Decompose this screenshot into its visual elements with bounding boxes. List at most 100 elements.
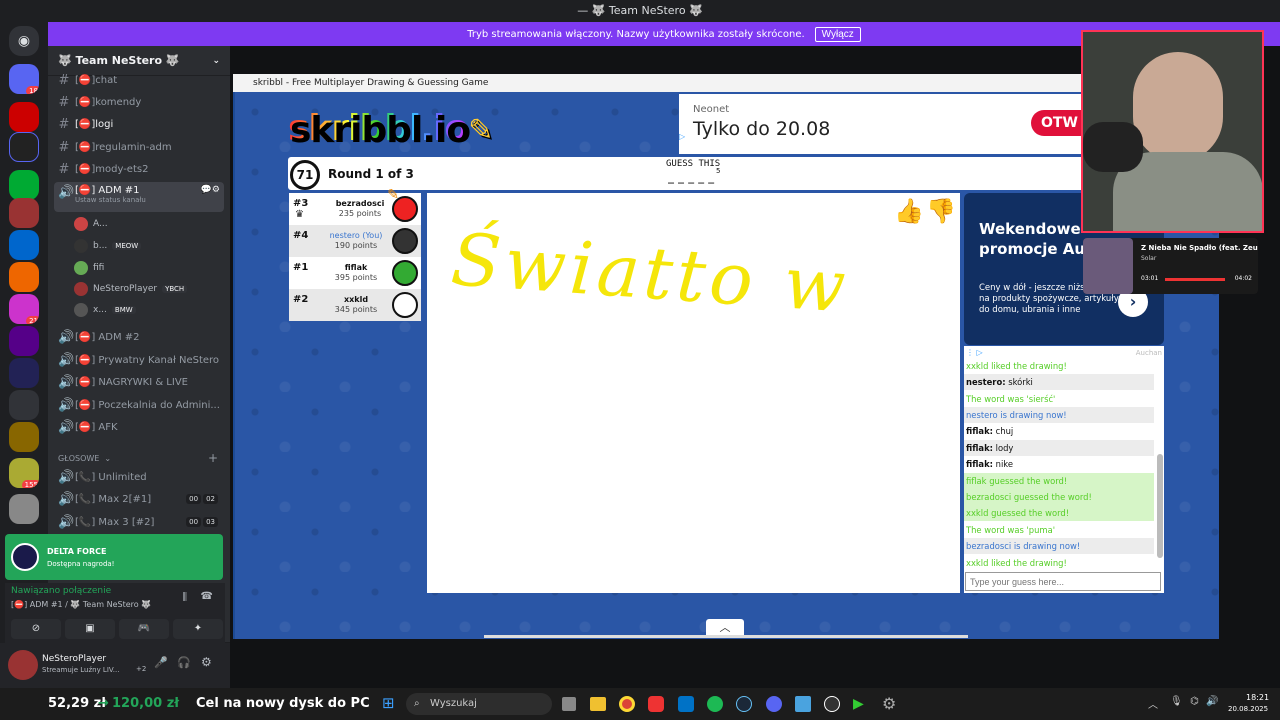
horizontal-scrollbar[interactable] [484,635,968,638]
microphone-icon [1083,122,1143,172]
server-icon-yellow[interactable]: 155 [9,458,39,488]
obs-icon[interactable] [824,696,840,712]
server-icon-purple[interactable] [9,326,39,356]
guess-input[interactable] [965,572,1161,591]
outlook-icon[interactable] [678,696,694,712]
clock-time[interactable]: 18:21 [1246,693,1269,702]
chevron-up-icon[interactable]: ︿ [1148,696,1158,711]
channel-regulamin[interactable]: # [⛔]regulamin-adm [54,137,224,157]
chat-scrollbar[interactable] [1157,454,1163,558]
promo-card[interactable]: DELTA FORCE Dostępna nagroda! [5,534,223,580]
voice-channel-afk[interactable]: 🔊 [⛔] AFK [54,417,224,437]
player-row[interactable]: #4 nestero (You) 190 points [289,225,421,257]
opera-icon[interactable] [648,696,664,712]
discord-home-icon[interactable]: ◉ [9,26,39,56]
window-title: — 🐺 Team NeStero 🐺 [577,4,703,17]
word-hint: _ _ _ _ _ [668,173,714,184]
spotify-icon[interactable] [707,696,723,712]
voice-user[interactable]: b... MEOW [74,236,224,256]
thumbs-up-icon[interactable]: 👍 [894,197,924,225]
drawing-canvas[interactable]: Światto w 👍 👎 [427,193,960,593]
player-row[interactable]: #1 fiflak 395 points [289,257,421,289]
server-icon-orange[interactable] [9,262,39,292]
channel-chat[interactable]: # [⛔]chat [54,70,224,90]
chat-message: bezradosci guessed the word! [964,489,1154,505]
player-row[interactable]: #3 ♛ bezradosci 235 points ✎ [289,187,421,225]
voice-status-title: Nawiązano połączenie [11,586,112,596]
voice-channel-adm1[interactable]: 🔊 [⛔] ADM #1 Ustaw status kanału 💬⚙ [54,182,224,212]
file-explorer-icon[interactable] [590,697,606,711]
voice-user[interactable]: NeSteroPlayer YBCH [74,279,224,299]
music-progress [1165,278,1225,281]
server-icon-4[interactable] [9,198,39,228]
windows-start-icon[interactable]: ⊞ [382,694,395,712]
top-ad-banner[interactable]: Neonet Tylko do 20.08 OTW ▷ [679,94,1089,154]
volume-icon[interactable]: 🔊 [1206,696,1218,707]
task-view-icon[interactable] [562,697,576,711]
server-icon-veeon[interactable] [9,230,39,260]
chevron-down-icon: ⌄ [104,453,112,463]
chrome-icon[interactable] [619,696,635,712]
voice-user[interactable]: x... BMW [74,300,224,320]
gear-icon[interactable]: ⚙ [201,655,212,669]
adchoices-icon[interactable]: ▷ [679,132,685,141]
chat-message: fiflak: chuj [966,426,1014,436]
clock-date[interactable]: 20.08.2025 [1228,705,1268,713]
server-icon-green[interactable] [9,170,39,200]
headphones-icon[interactable]: 🎧 [177,656,191,669]
server-icon-team[interactable] [9,132,39,162]
noise-icon[interactable]: ⫼ [182,592,187,603]
microphone-icon[interactable]: 🎤 [154,656,168,669]
discord-icon[interactable] [766,696,782,712]
speaker-icon: 🔊 [58,374,75,390]
streamer-face [1133,52,1223,162]
server-icon-blue[interactable] [9,358,39,388]
soundboard-button[interactable]: ✦ [173,619,223,639]
server-icon-red[interactable] [9,102,39,132]
channel-mody[interactable]: # [⛔]mody-ets2 [54,159,224,179]
channel-komendy[interactable]: # [⛔]komendy [54,92,224,112]
voice-channel-adm2[interactable]: 🔊 [⛔] ADM #2 [54,327,224,347]
adchoices-icon[interactable]: ⋮ ▷ [966,348,983,357]
microphone-tray-icon[interactable]: 🎙 [1170,696,1183,707]
thumbs-down-icon[interactable]: 👎 [926,197,956,225]
chat-icon[interactable]: 💬⚙ [201,185,220,195]
activity-button[interactable]: 🎮 [119,619,169,639]
voice-channel-nagrywki[interactable]: 🔊 [⛔] NAGRYWKI & LIVE [54,372,224,392]
disable-streaming-button[interactable]: Wyłącz [814,26,861,42]
server-icon-pink[interactable]: 21 [9,294,39,324]
hash-icon: # [58,139,70,155]
voice-channel-max3[interactable]: 🔊 [📞] Max 3 [#2] 00 03 [54,512,224,532]
avatar [392,292,418,318]
photos-icon[interactable] [795,696,811,712]
speaker-icon: 🔊 [58,352,75,368]
add-channel-icon[interactable]: + [208,451,218,465]
steam-icon[interactable] [736,696,752,712]
taskbar: 52,29 zł → 120,00 zł Cel na nowy dysk do… [0,688,1280,720]
taskbar-search[interactable]: ⌕ Wyszukaj [406,693,552,715]
avatar[interactable] [8,650,38,680]
voice-user[interactable]: A... [74,214,224,234]
voice-channel-unlimited[interactable]: 🔊 [📞] Unlimited [54,467,224,487]
speaker-icon: 🔊 [58,491,75,507]
chat-message: fiflak: lody [964,440,1154,456]
window-title-bar: — 🐺 Team NeStero 🐺 [0,0,1280,22]
server-icon-ui[interactable]: 18 [9,64,39,94]
wifi-icon[interactable]: ⌬ [1190,696,1199,707]
voice-channel-max2[interactable]: 🔊 [📞] Max 2[#1] 00 02 [54,489,224,509]
category-glosowe[interactable]: GŁOSOWE ⌄ + [54,448,224,468]
voice-user[interactable]: fifi [74,258,224,278]
voice-channel-prywatny[interactable]: 🔊 [⛔] Prywatny Kanał NeStero [54,350,224,370]
play-icon[interactable]: ▶ [853,696,864,712]
player-row[interactable]: #2 xxkld 345 points [289,289,421,321]
screenshare-button[interactable]: ▣ [65,619,115,639]
voice-channel-poczekalnia[interactable]: 🔊 [⛔] Poczekalnia do Admini... [54,395,224,415]
channel-logi[interactable]: # [⛔]logi [54,114,224,134]
server-icon-gold[interactable] [9,422,39,452]
settings-gear-icon[interactable]: ⚙ [882,694,896,713]
server-icon-gray[interactable] [9,494,39,524]
server-icon-discord[interactable] [9,390,39,420]
camera-off-button[interactable]: ⊘ [11,619,61,639]
disconnect-icon[interactable]: ☎ [201,591,213,602]
donation-arrow: → [98,696,109,711]
